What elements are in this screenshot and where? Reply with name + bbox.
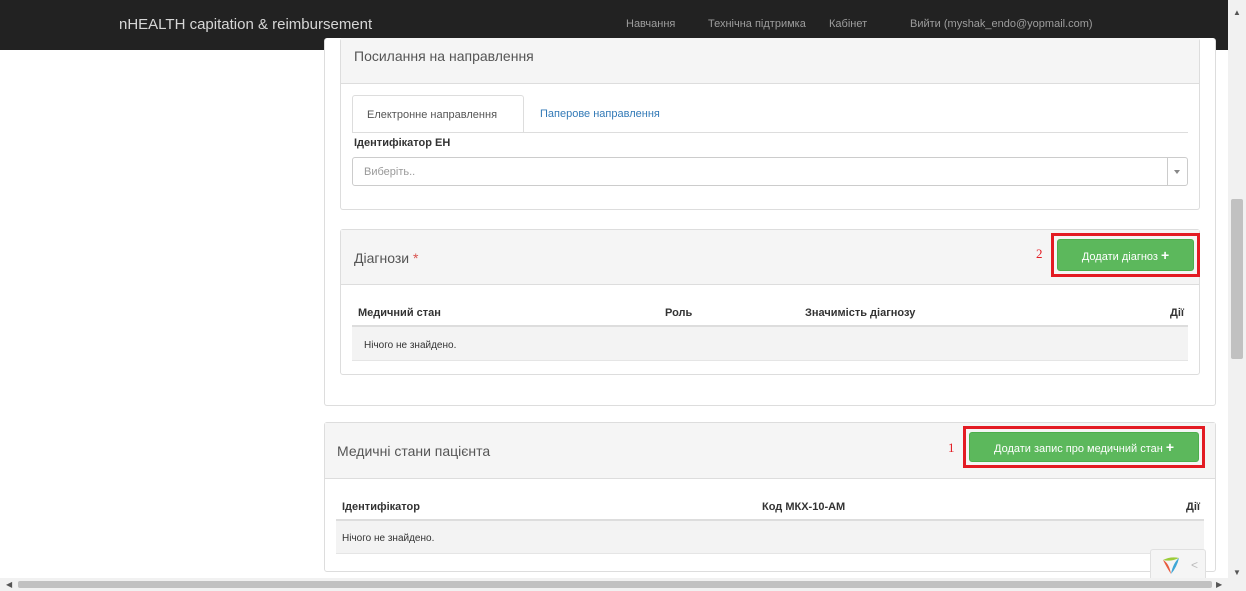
- diagnoses-heading-text: Діагнози: [354, 250, 410, 266]
- conditions-heading: Медичні стани пацієнта: [337, 443, 491, 459]
- column-header-condition: Медичний стан: [358, 307, 441, 319]
- vertical-scroll-thumb[interactable]: [1231, 199, 1243, 359]
- plus-icon: +: [1165, 439, 1174, 455]
- tab-paper-referral[interactable]: Паперове направлення: [526, 95, 674, 133]
- yii-logo: [1163, 557, 1179, 574]
- column-header-actions: Дії: [1186, 501, 1200, 513]
- empty-message: Нічого не знайдено.: [364, 340, 457, 351]
- table-row: Нічого не знайдено.: [352, 327, 1188, 361]
- column-header-identifier: Ідентифікатор: [342, 501, 420, 513]
- required-mark: *: [412, 250, 419, 266]
- scroll-up-arrow-icon[interactable]: ▲: [1233, 8, 1241, 17]
- nav-link-support[interactable]: Технічна підтримка: [708, 18, 806, 30]
- plus-icon: +: [1160, 247, 1170, 263]
- annotation-number-1: 1: [948, 440, 955, 455]
- column-header-actions: Дії: [1170, 307, 1184, 319]
- debug-toolbar-toggle[interactable]: <: [1150, 549, 1206, 581]
- nav-link-training[interactable]: Навчання: [626, 18, 675, 30]
- nav-link-logout[interactable]: Вийти (myshak_endo@yopmail.com): [910, 18, 1093, 30]
- referral-panel-heading: Посилання на направлення: [341, 38, 1199, 84]
- horizontal-scroll-thumb[interactable]: [18, 581, 1212, 588]
- referral-heading: Посилання на направлення: [354, 48, 534, 64]
- brand-link[interactable]: nHEALTH capitation & reimbursement: [119, 16, 372, 33]
- empty-message: Нічого не знайдено.: [342, 533, 435, 544]
- referral-id-select[interactable]: Виберіть..: [352, 157, 1188, 186]
- add-condition-button[interactable]: Додати запис про медичний стан +: [969, 432, 1199, 462]
- select-placeholder: Виберіть..: [364, 166, 416, 178]
- column-header-icd-code: Код МКХ-10-АМ: [762, 501, 846, 513]
- column-header-significance: Значимість діагнозу: [805, 307, 916, 319]
- scroll-right-arrow-icon[interactable]: ▶: [1216, 580, 1222, 589]
- scroll-left-arrow-icon[interactable]: ◀: [6, 580, 12, 589]
- add-diagnosis-button[interactable]: Додати діагноз +: [1057, 239, 1194, 271]
- tab-electronic-referral[interactable]: Електронне направлення: [352, 95, 524, 133]
- table-row: Нічого не знайдено.: [336, 521, 1204, 554]
- annotation-number-2: 2: [1036, 246, 1043, 261]
- referral-id-label: Ідентифікатор ЕН: [354, 137, 451, 149]
- tabs-divider: [352, 132, 1188, 133]
- add-diagnosis-label: Додати діагноз: [1081, 251, 1158, 263]
- add-condition-label: Додати запис про медичний стан: [994, 443, 1163, 455]
- nav-link-cabinet[interactable]: Кабінет: [829, 18, 867, 30]
- diagnoses-heading: Діагнози *: [354, 250, 418, 266]
- column-header-role: Роль: [665, 307, 693, 319]
- scroll-down-arrow-icon[interactable]: ▼: [1233, 568, 1241, 577]
- chevron-left-icon[interactable]: <: [1191, 558, 1198, 572]
- dropdown-caret-icon[interactable]: [1167, 158, 1187, 185]
